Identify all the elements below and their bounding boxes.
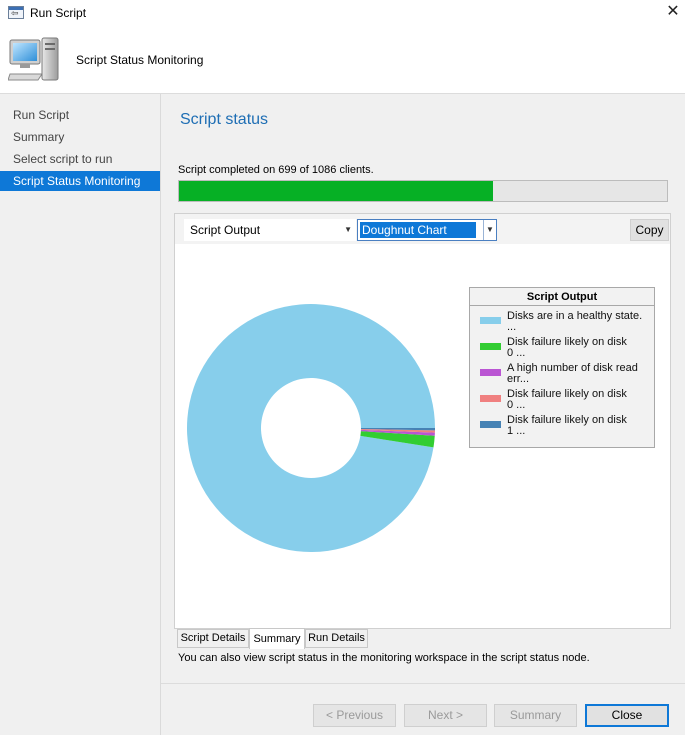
legend-label-line: Disk failure likely on disk: [507, 415, 627, 426]
legend-swatch: [480, 369, 501, 376]
legend-label-line: A high number of disk read: [507, 363, 638, 374]
copy-button[interactable]: Copy: [630, 219, 669, 241]
close-icon[interactable]: ✕: [664, 2, 682, 22]
legend-label-line: Disk failure likely on disk: [507, 337, 627, 348]
legend-label-line: err...: [507, 374, 530, 385]
legend-label: Disk failure likely on disk 0 ...: [507, 337, 649, 359]
summary-button[interactable]: Summary: [494, 704, 577, 727]
sidebar-item-summary[interactable]: Summary: [0, 127, 160, 147]
chart-legend: Script Output Disks are in a healthy sta…: [469, 287, 655, 448]
tab-summary[interactable]: Summary: [249, 628, 305, 649]
legend-entry: Disk failure likely on disk 0 ...: [470, 386, 654, 412]
chevron-down-icon: ▼: [344, 225, 352, 234]
legend-swatch: [480, 421, 501, 428]
legend-label-line: 0 ...: [507, 400, 526, 411]
previous-button[interactable]: < Previous: [313, 704, 396, 727]
output-panel: Script Output ▼ Doughnut Chart ▼ Copy Sc…: [174, 213, 671, 629]
legend-label-line: ...: [507, 322, 517, 333]
completion-progress-bar: [178, 180, 668, 202]
chart-toolbar: Script Output ▼ Doughnut Chart ▼ Copy: [175, 214, 670, 244]
tab-script-details[interactable]: Script Details: [177, 629, 249, 648]
script-output-select[interactable]: Script Output ▼: [184, 219, 356, 241]
sidebar-item-script-status-monitoring[interactable]: Script Status Monitoring: [0, 171, 160, 191]
wizard-sidebar: Run Script Summary Select script to run …: [0, 94, 161, 735]
completion-status-text: Script completed on 699 of 1086 clients.: [178, 164, 374, 176]
legend-label: Disks are in a healthy state....: [507, 311, 649, 333]
doughnut-chart-area: Script Output Disks are in a healthy sta…: [175, 244, 670, 628]
tab-run-details[interactable]: Run Details: [305, 629, 368, 648]
run-script-icon: ⇦: [8, 6, 24, 19]
window-title: Run Script: [30, 6, 87, 20]
legend-label-line: 1 ...: [507, 426, 526, 437]
legend-label-line: Disk failure likely on disk: [507, 389, 627, 400]
legend-swatch: [480, 343, 501, 350]
monitoring-note: You can also view script status in the m…: [178, 652, 590, 664]
footer-divider: [161, 683, 685, 684]
main-content: Script status Script completed on 699 of…: [161, 94, 685, 735]
legend-entry: Disk failure likely on disk 1 ...: [470, 412, 654, 438]
next-button[interactable]: Next >: [404, 704, 487, 727]
legend-title: Script Output: [470, 288, 654, 306]
legend-swatch: [480, 395, 501, 402]
legend-entry: Disk failure likely on disk 0 ...: [470, 334, 654, 360]
legend-label-line: 0 ...: [507, 348, 526, 359]
computer-icon: [8, 37, 59, 81]
wizard-header: Script Status Monitoring: [0, 26, 685, 94]
header-title: Script Status Monitoring: [76, 53, 204, 67]
progress-fill: [179, 181, 494, 201]
sidebar-item-run-script[interactable]: Run Script: [0, 105, 160, 125]
page-title: Script status: [180, 111, 269, 128]
legend-label: Disk failure likely on disk 0 ...: [507, 389, 649, 411]
chevron-down-icon[interactable]: ▼: [483, 220, 496, 240]
legend-label: A high number of disk read err...: [507, 363, 649, 385]
legend-entry: Disks are in a healthy state....: [470, 308, 654, 334]
chart-type-select-value: Doughnut Chart: [360, 222, 476, 238]
sidebar-item-select-script[interactable]: Select script to run: [0, 149, 160, 169]
chart-type-select[interactable]: Doughnut Chart ▼: [357, 219, 497, 241]
window-titlebar: ⇦ Run Script ✕: [0, 0, 685, 26]
close-button[interactable]: Close: [585, 704, 669, 727]
legend-swatch: [480, 317, 501, 324]
legend-entry: A high number of disk read err...: [470, 360, 654, 386]
script-output-select-value: Script Output: [190, 223, 261, 237]
legend-label-line: Disks are in a healthy state.: [507, 311, 643, 322]
legend-label: Disk failure likely on disk 1 ...: [507, 415, 649, 437]
